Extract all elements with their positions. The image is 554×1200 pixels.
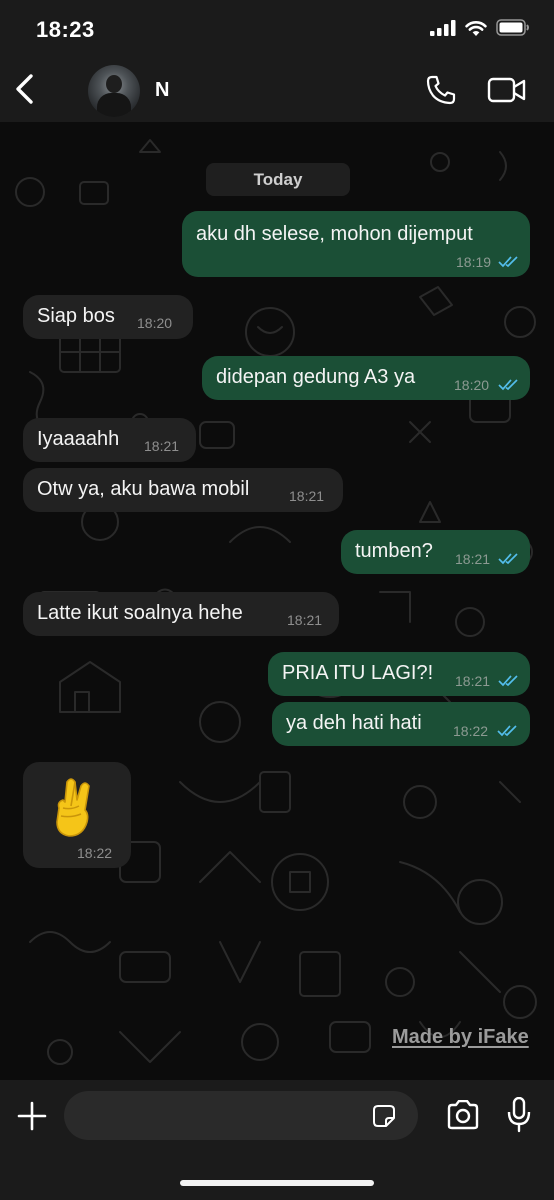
message-time: 18:21 xyxy=(289,488,325,504)
date-separator: Today xyxy=(206,163,350,196)
status-bar: 18:23 xyxy=(0,0,554,60)
outgoing-message[interactable]: tumben? 18:21 xyxy=(341,530,530,574)
outgoing-message[interactable]: didepan gedung A3 ya 18:20 xyxy=(202,356,530,400)
incoming-message[interactable]: Siap bos 18:20 xyxy=(23,295,193,339)
microphone-icon[interactable] xyxy=(507,1097,531,1133)
read-ticks-icon xyxy=(498,379,518,391)
message-time: 18:21 xyxy=(144,438,180,454)
watermark-link[interactable]: Made by iFake xyxy=(392,1026,529,1049)
read-ticks-icon xyxy=(498,256,518,268)
message-time: 18:20 xyxy=(454,377,490,393)
incoming-message[interactable]: Otw ya, aku bawa mobil 18:21 xyxy=(23,468,343,512)
message-text: Otw ya, aku bawa mobil xyxy=(37,478,250,500)
outgoing-message[interactable]: PRIA ITU LAGI?! 18:21 xyxy=(268,652,530,696)
read-ticks-icon xyxy=(497,725,517,737)
chat-area[interactable]: Today aku dh selese, mohon dijemput 18:1… xyxy=(0,122,554,1080)
message-text: aku dh selese, mohon dijemput xyxy=(196,223,473,245)
composer-bar xyxy=(0,1080,554,1200)
contact-name[interactable]: N xyxy=(155,79,169,102)
message-text: didepan gedung A3 ya xyxy=(216,366,416,388)
wifi-icon xyxy=(465,20,487,36)
chat-header: N xyxy=(0,60,554,122)
message-text: PRIA ITU LAGI?! xyxy=(282,662,434,684)
message-time: 18:22 xyxy=(453,723,489,739)
incoming-message[interactable]: Latte ikut soalnya hehe 18:21 xyxy=(23,592,339,636)
message-text: ya deh hati hati xyxy=(286,712,422,734)
outgoing-message[interactable]: aku dh selese, mohon dijemput 18:19 xyxy=(182,211,530,277)
read-ticks-icon xyxy=(498,675,518,687)
video-call-icon[interactable] xyxy=(487,75,527,105)
message-time: 18:21 xyxy=(287,612,323,628)
message-time: 18:22 xyxy=(77,845,113,861)
avatar[interactable] xyxy=(88,65,140,117)
message-time: 18:21 xyxy=(455,673,491,689)
camera-icon[interactable] xyxy=(446,1100,480,1130)
battery-icon xyxy=(496,19,529,36)
message-text: Latte ikut soalnya hehe xyxy=(37,602,243,624)
message-time: 18:20 xyxy=(137,315,173,331)
outgoing-message[interactable]: ya deh hati hati 18:22 xyxy=(272,702,530,746)
message-text: Siap bos xyxy=(37,305,115,327)
message-time: 18:21 xyxy=(455,551,491,567)
crossed-fingers-emoji-icon xyxy=(56,778,90,837)
incoming-emoji-message[interactable]: 18:22 xyxy=(23,762,131,868)
read-ticks-icon xyxy=(498,553,518,565)
home-indicator xyxy=(180,1180,374,1186)
sticker-icon[interactable] xyxy=(372,1104,396,1128)
cellular-signal-icon xyxy=(430,19,456,36)
status-time: 18:23 xyxy=(36,17,95,42)
status-icons xyxy=(430,19,530,36)
back-chevron-icon[interactable] xyxy=(12,72,38,106)
message-text: Iyaaaahh xyxy=(37,428,120,450)
phone-call-icon[interactable] xyxy=(425,74,457,106)
incoming-message[interactable]: Iyaaaahh 18:21 xyxy=(23,418,196,462)
message-input[interactable] xyxy=(64,1091,418,1140)
plus-icon[interactable] xyxy=(16,1100,48,1132)
message-text: tumben? xyxy=(355,540,433,562)
message-time: 18:19 xyxy=(456,254,492,270)
